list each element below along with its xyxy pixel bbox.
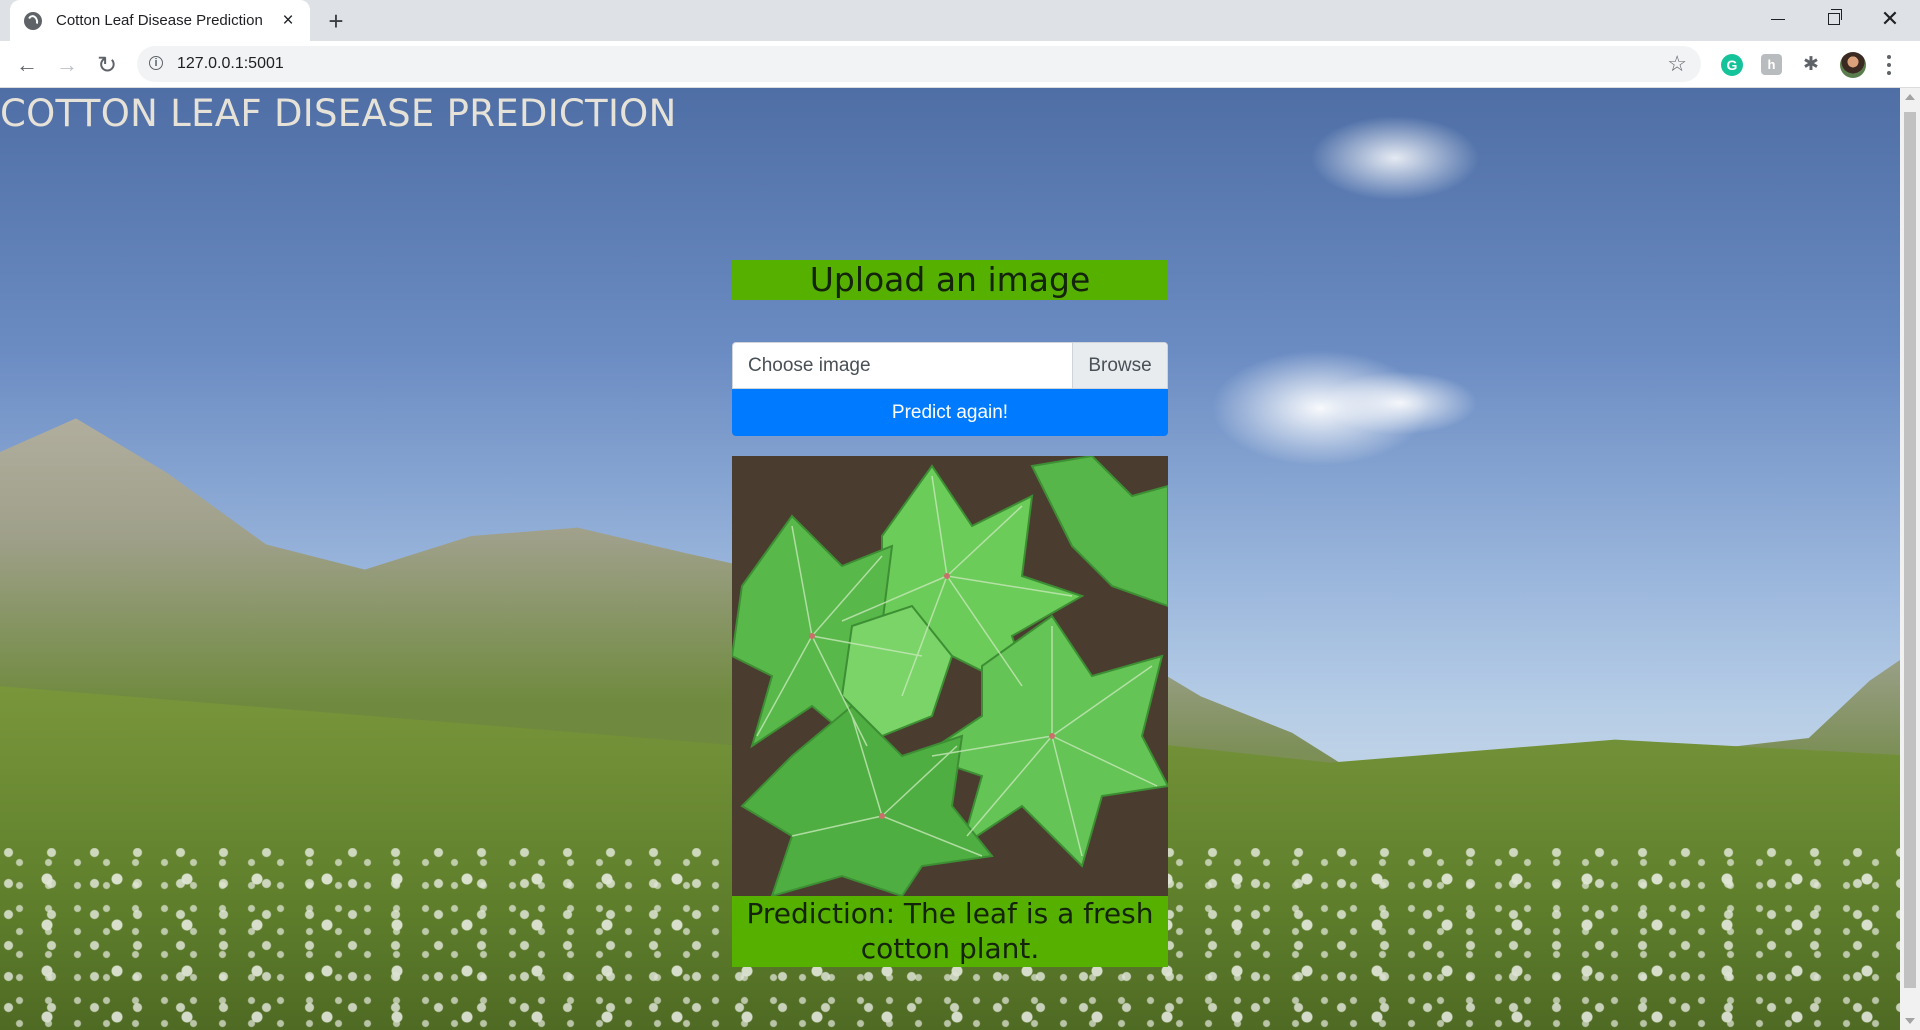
browser-tab[interactable]: Cotton Leaf Disease Prediction × — [10, 0, 310, 41]
menu-icon[interactable] — [1884, 53, 1894, 77]
scroll-up-icon[interactable] — [1905, 94, 1915, 100]
page-title: COTTON LEAF DISEASE PREDICTION — [0, 92, 677, 135]
upload-panel: Upload an image Choose image Browse Pred… — [732, 260, 1168, 967]
url-text[interactable]: 127.0.0.1:5001 — [177, 55, 284, 73]
uploaded-leaf-image — [732, 456, 1168, 896]
window-close-icon[interactable]: ✕ — [1862, 0, 1918, 38]
puzzle-icon[interactable]: ✱ — [1800, 53, 1822, 75]
reload-icon[interactable]: ↻ — [93, 51, 121, 79]
page-viewport: COTTON LEAF DISEASE PREDICTION Upload an… — [0, 88, 1900, 1030]
grammarly-icon[interactable]: G — [1721, 54, 1743, 76]
tab-strip: Cotton Leaf Disease Prediction × + ✕ — [0, 0, 1920, 41]
scroll-down-icon[interactable] — [1905, 1018, 1915, 1024]
extension-icon[interactable]: h — [1761, 54, 1782, 75]
close-icon[interactable]: × — [278, 10, 298, 31]
back-icon[interactable]: ← — [13, 51, 41, 79]
tab-title: Cotton Leaf Disease Prediction — [56, 12, 263, 29]
prediction-result: Prediction: The leaf is a fresh cotton p… — [732, 896, 1168, 967]
file-input-placeholder[interactable]: Choose image — [748, 355, 871, 377]
predict-again-button[interactable]: Predict again! — [732, 389, 1168, 436]
star-icon[interactable]: ☆ — [1667, 51, 1687, 77]
scrollbar-thumb[interactable] — [1904, 112, 1916, 988]
file-input[interactable]: Choose image Browse — [732, 342, 1168, 389]
avatar[interactable] — [1840, 52, 1866, 78]
globe-icon — [24, 11, 42, 30]
maximize-icon[interactable] — [1806, 0, 1862, 38]
browser-toolbar: ← → ↻ i 127.0.0.1:5001 ☆ G h ✱ — [0, 41, 1920, 88]
cotton-leaf-photo — [732, 456, 1168, 896]
page-scrollbar[interactable] — [1900, 88, 1920, 1030]
forward-icon[interactable]: → — [53, 51, 81, 79]
browse-button[interactable]: Browse — [1072, 343, 1167, 388]
minimize-icon[interactable] — [1750, 0, 1806, 38]
upload-heading: Upload an image — [732, 260, 1168, 300]
info-icon[interactable]: i — [149, 56, 163, 70]
plus-icon[interactable]: + — [322, 6, 350, 36]
address-bar[interactable]: i 127.0.0.1:5001 ☆ — [137, 46, 1701, 82]
